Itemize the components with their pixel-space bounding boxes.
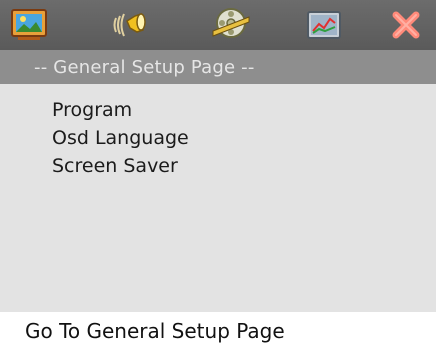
picture-icon [10, 8, 48, 42]
menu-item-program[interactable]: Program [52, 98, 132, 122]
chart-icon [305, 8, 343, 42]
icon-toolbar [0, 0, 436, 50]
page-title: -- General Setup Page -- [34, 56, 255, 78]
tab-video[interactable] [210, 5, 252, 45]
tab-audio[interactable] [110, 5, 152, 45]
status-text: Go To General Setup Page [25, 319, 285, 343]
page-title-bar: -- General Setup Page -- [0, 50, 436, 84]
tab-general[interactable] [8, 5, 50, 45]
status-bar: Go To General Setup Page [0, 315, 436, 347]
menu-panel: Program Osd Language Screen Saver [0, 84, 436, 312]
film-reel-icon [211, 7, 251, 43]
tab-exit[interactable] [385, 5, 427, 45]
menu-item-screen-saver[interactable]: Screen Saver [52, 154, 178, 178]
menu-item-osd-language[interactable]: Osd Language [52, 126, 189, 150]
setup-window: -- General Setup Page -- Program Osd Lan… [0, 0, 436, 347]
speaker-icon [111, 8, 151, 42]
close-x-icon [388, 8, 424, 42]
tab-preference[interactable] [303, 5, 345, 45]
